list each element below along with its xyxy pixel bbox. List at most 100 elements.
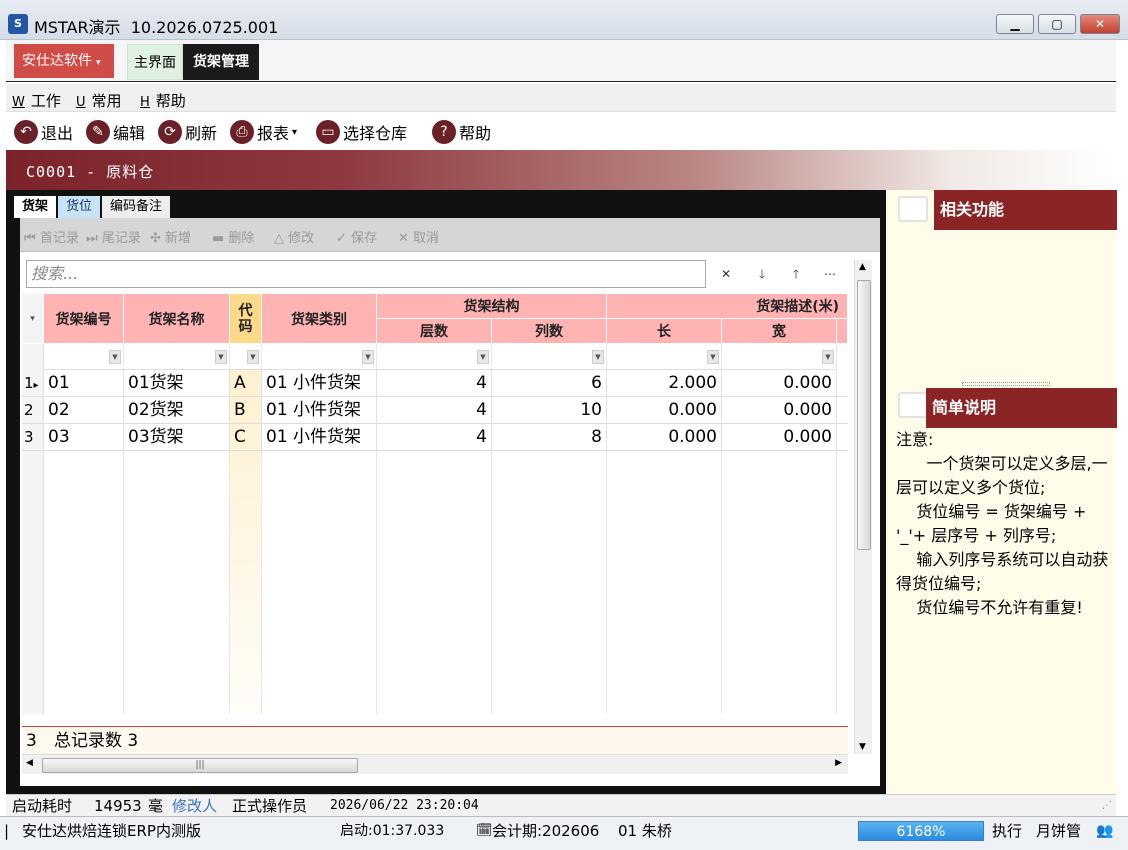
header-layers[interactable]: 层数 <box>377 319 492 344</box>
printer-icon: ⎙ <box>230 120 254 144</box>
header-shelf-type[interactable]: 货架类别 <box>262 294 377 344</box>
menu-work-label: 工作 <box>30 92 61 110</box>
search-input[interactable]: 搜索... <box>26 260 706 288</box>
tab-code-notes[interactable]: 编码备注 <box>102 196 171 218</box>
cell-layers[interactable]: 4 <box>377 370 492 397</box>
filter-dropdown-icon[interactable]: ▼ <box>707 350 719 364</box>
table-row[interactable]: 1▸ 01 01货架 A 01 小件货架 4 6 2.000 0.000 <box>22 370 848 397</box>
panel-splitter[interactable] <box>962 382 1050 386</box>
scroll-right-icon[interactable]: ▶ <box>835 758 842 768</box>
exit-button[interactable]: ↶ 退出 <box>14 119 73 145</box>
edit-button[interactable]: ✎ 编辑 <box>86 119 145 145</box>
scroll-left-icon[interactable]: ◀ <box>26 758 33 768</box>
modify-label: 修改 <box>288 231 315 246</box>
cell-length[interactable]: 2.000 <box>607 370 722 397</box>
cell-shelf-code[interactable]: 03 <box>44 424 124 451</box>
filter-shelf-name[interactable]: ▼ <box>124 344 230 370</box>
cell-length[interactable]: 0.000 <box>607 397 722 424</box>
filter-width[interactable]: ▼ <box>722 344 837 370</box>
tab-main-interface[interactable]: 主界面 <box>127 44 183 80</box>
more-options-icon[interactable]: ⋯ <box>818 264 842 284</box>
cancel-label: 取消 <box>413 231 440 246</box>
users-icon[interactable]: 👥 <box>1096 817 1113 845</box>
cell-shelf-name[interactable]: 02货架 <box>124 397 230 424</box>
filter-dropdown-icon[interactable]: ▼ <box>592 350 604 364</box>
horizontal-scrollbar[interactable]: ◀ ||| ▶ <box>22 754 848 774</box>
filter-dropdown-icon[interactable]: ▼ <box>362 350 374 364</box>
arrow-down-icon[interactable]: 🡓 <box>750 264 774 284</box>
header-shelf-name[interactable]: 货架名称 <box>124 294 230 344</box>
vertical-scrollbar[interactable]: ▲ ▼ <box>854 260 872 754</box>
help-button[interactable]: ? 帮助 <box>432 119 491 145</box>
company-dropdown[interactable]: 安仕达软件 ▾ <box>14 44 114 78</box>
header-length[interactable]: 长 <box>607 319 722 344</box>
main-toolbar: ↶ 退出 ✎ 编辑 ⟳ 刷新 ⎙ 报表 ▾ ▭ 选择仓库 ? 帮助 <box>6 113 1116 150</box>
filter-dropdown-icon[interactable]: ▼ <box>477 350 489 364</box>
arrow-up-icon[interactable]: 🡑 <box>784 264 808 284</box>
resize-grip-icon[interactable]: ⋰ <box>1102 795 1112 817</box>
table-row[interactable]: 3 03 03货架 C 01 小件货架 4 8 0.000 0.000 <box>22 424 848 451</box>
filter-columns[interactable]: ▼ <box>492 344 607 370</box>
add-button[interactable]: ✣ 新增 <box>150 227 191 246</box>
cell-width[interactable]: 0.000 <box>722 424 837 451</box>
cell-shelf-code[interactable]: 01 <box>44 370 124 397</box>
cell-columns[interactable]: 10 <box>492 397 607 424</box>
filter-dropdown-icon[interactable]: ▼ <box>215 350 227 364</box>
startup-time-label: 启动耗时 <box>12 797 73 815</box>
modify-button[interactable]: △ 修改 <box>274 227 314 246</box>
cell-code[interactable]: A <box>230 370 262 397</box>
menu-work[interactable]: W 工作 <box>12 90 61 111</box>
cell-columns[interactable]: 8 <box>492 424 607 451</box>
cell-shelf-name[interactable]: 01货架 <box>124 370 230 397</box>
first-record-button[interactable]: ⏮ 首记录 <box>24 227 79 246</box>
cell-shelf-type[interactable]: 01 小件货架 <box>262 424 377 451</box>
cell-shelf-type[interactable]: 01 小件货架 <box>262 370 377 397</box>
cell-shelf-code[interactable]: 02 <box>44 397 124 424</box>
last-record-button[interactable]: ⏭ 尾记录 <box>86 227 141 246</box>
minimize-button[interactable]: ▁ <box>996 14 1034 34</box>
header-shelf-code[interactable]: 货架编号 <box>44 294 124 344</box>
filter-length[interactable]: ▼ <box>607 344 722 370</box>
scroll-up-icon[interactable]: ▲ <box>859 262 866 272</box>
cancel-button[interactable]: ✕ 取消 <box>398 227 439 246</box>
header-code[interactable]: 代码 <box>230 294 262 344</box>
cell-layers[interactable]: 4 <box>377 397 492 424</box>
delete-button[interactable]: ▬ 删除 <box>212 227 254 246</box>
filter-code[interactable]: ▼ <box>230 344 262 370</box>
cell-width[interactable]: 0.000 <box>722 397 837 424</box>
vertical-scroll-thumb[interactable] <box>857 280 871 550</box>
header-width[interactable]: 宽 <box>722 319 837 344</box>
filter-layers[interactable]: ▼ <box>377 344 492 370</box>
cell-code[interactable]: B <box>230 397 262 424</box>
table-row[interactable]: 2 02 02货架 B 01 小件货架 4 10 0.000 0.000 <box>22 397 848 424</box>
cell-layers[interactable]: 4 <box>377 424 492 451</box>
report-button[interactable]: ⎙ 报表 ▾ <box>230 119 297 145</box>
cell-columns[interactable]: 6 <box>492 370 607 397</box>
tab-location[interactable]: 货位 <box>58 196 101 218</box>
cell-shelf-name[interactable]: 03货架 <box>124 424 230 451</box>
header-columns[interactable]: 列数 <box>492 319 607 344</box>
footer-record-index: 3 <box>26 731 37 751</box>
filter-dropdown-icon[interactable]: ▼ <box>109 350 121 364</box>
clear-search-icon[interactable]: ✕ <box>714 264 738 284</box>
scroll-down-icon[interactable]: ▼ <box>859 742 866 752</box>
tab-shelf-management[interactable]: 货架管理 <box>183 44 259 80</box>
cell-length[interactable]: 0.000 <box>607 424 722 451</box>
maximize-button[interactable]: ▢ <box>1038 14 1076 34</box>
horizontal-scroll-thumb[interactable]: ||| <box>42 758 358 773</box>
filter-dropdown-icon[interactable]: ▼ <box>822 350 834 364</box>
refresh-button[interactable]: ⟳ 刷新 <box>158 119 217 145</box>
menu-common[interactable]: U 常用 <box>76 90 122 111</box>
cell-shelf-type[interactable]: 01 小件货架 <box>262 397 377 424</box>
row-indicator-header[interactable]: ▾ <box>22 294 44 344</box>
filter-shelf-type[interactable]: ▼ <box>262 344 377 370</box>
save-button[interactable]: ✓ 保存 <box>336 227 377 246</box>
filter-dropdown-icon[interactable]: ▼ <box>247 350 259 364</box>
cell-width[interactable]: 0.000 <box>722 370 837 397</box>
cell-code[interactable]: C <box>230 424 262 451</box>
menu-help[interactable]: H 帮助 <box>140 90 186 111</box>
close-button[interactable]: ✕ <box>1080 14 1120 34</box>
tab-shelf[interactable]: 货架 <box>14 196 57 218</box>
filter-shelf-code[interactable]: ▼ <box>44 344 124 370</box>
select-warehouse-button[interactable]: ▭ 选择仓库 <box>316 119 407 145</box>
